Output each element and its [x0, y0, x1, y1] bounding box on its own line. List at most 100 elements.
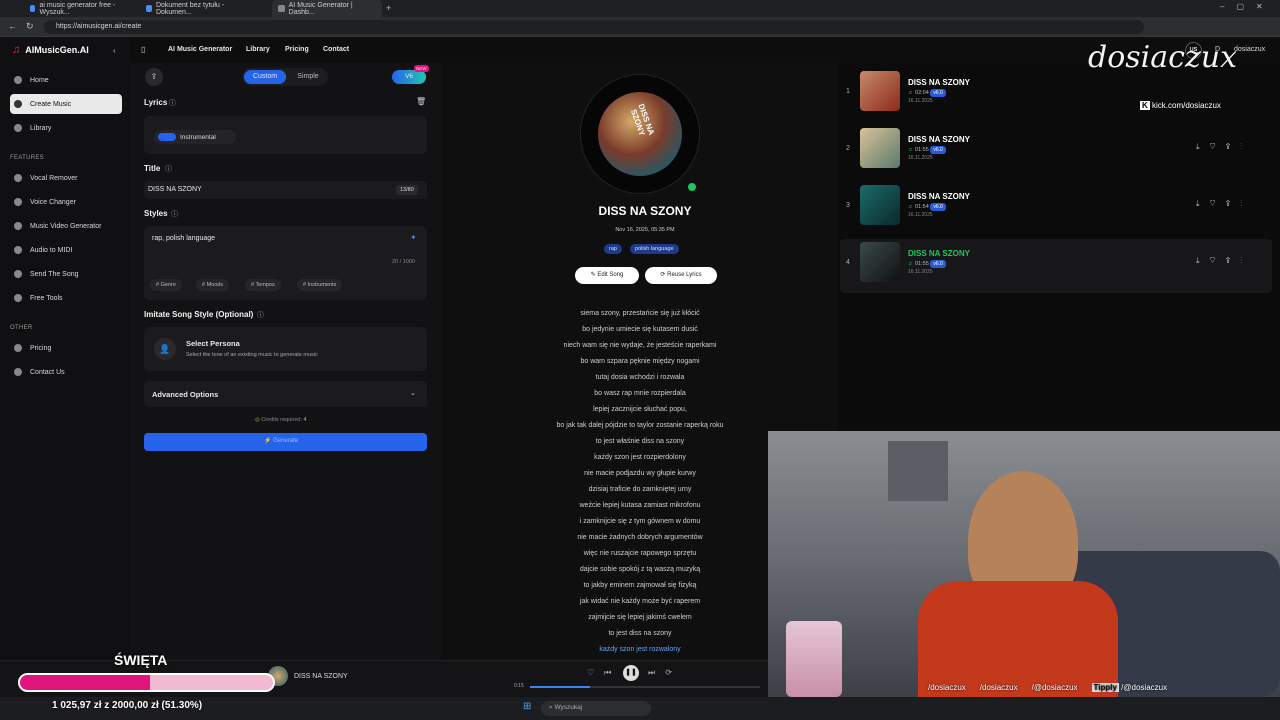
reload-icon[interactable]: ↻: [26, 21, 34, 32]
chip-genre[interactable]: # Genre: [150, 279, 182, 291]
info-icon[interactable]: ⓘ: [257, 310, 264, 320]
song-date: Nov 16, 2025, 05:35 PM: [615, 227, 675, 233]
download-icon[interactable]: ⤓: [1196, 256, 1210, 265]
mode-custom-tab[interactable]: Custom: [244, 70, 286, 84]
windows-start-icon[interactable]: ⊞: [523, 701, 531, 712]
music-note-icon: ♫: [12, 44, 21, 56]
heart-icon[interactable]: ♡: [587, 668, 604, 677]
next-icon[interactable]: ⏭: [648, 668, 665, 677]
browser-tab[interactable]: ai music generator free - Wyszuk...: [24, 0, 130, 17]
mode-simple-tab[interactable]: Simple: [291, 70, 325, 84]
instrumental-toggle[interactable]: [158, 133, 176, 141]
styles-label: Styles: [144, 209, 168, 218]
generate-row: ⚡ Generate: [264, 437, 298, 444]
sidebar-item-vocal-remover[interactable]: Vocal Remover: [10, 168, 122, 188]
sidebar-item-library[interactable]: Library: [10, 118, 122, 138]
song-thumbnail[interactable]: [860, 71, 900, 111]
version-select[interactable]: V6: [392, 70, 426, 84]
share-icon[interactable]: ⇪: [1226, 142, 1241, 151]
kick-link: K kick.com/dosiaczux: [1140, 101, 1221, 110]
sidebar-item-create-music[interactable]: Create Music: [10, 94, 122, 114]
info-icon[interactable]: ⓘ: [171, 209, 178, 219]
sidebar-item-label: Vocal Remover: [30, 174, 78, 182]
new-badge: NEW: [414, 65, 429, 72]
trash-icon[interactable]: 🗑: [416, 97, 426, 106]
chip-moods[interactable]: # Moods: [196, 279, 230, 291]
song-row-title: DISS NA SZONY: [908, 78, 970, 87]
sidebar-item-send-song[interactable]: Send The Song: [10, 264, 122, 284]
heart-icon[interactable]: ♡: [1210, 256, 1226, 265]
chip-tempos[interactable]: # Tempos: [245, 279, 281, 291]
cover-art: DISS NA SZONY: [598, 92, 682, 176]
nav-contact[interactable]: Contact: [323, 46, 349, 53]
window-controls[interactable]: –▢✕: [1220, 2, 1275, 11]
search-placeholder: Wyszukaj: [554, 704, 583, 711]
reuse-lyrics-button[interactable]: ⟳ Reuse Lyrics: [645, 267, 717, 284]
version-badge: v6.0: [930, 146, 946, 154]
tipply-label: Tipply: [1091, 683, 1119, 692]
repeat-icon[interactable]: ⟳: [665, 668, 682, 677]
sidebar-item-audio-midi[interactable]: Audio to MIDI: [10, 240, 122, 260]
lyrics-label: Lyrics: [144, 98, 168, 107]
nav-ai-music-generator[interactable]: AI Music Generator: [168, 46, 232, 53]
browser-tab[interactable]: Dokument bez tytułu - Dokumen...: [140, 0, 252, 17]
heart-icon[interactable]: ♡: [1210, 142, 1226, 151]
player-progress-track[interactable]: [530, 686, 760, 688]
taskbar-search[interactable]: ⌕ Wyszukaj: [541, 701, 651, 716]
edit-song-button[interactable]: ✎ Edit Song: [575, 267, 639, 284]
song-meta: ♬ 01:55 v6.0: [908, 146, 946, 154]
song-thumbnail[interactable]: [860, 185, 900, 225]
info-icon[interactable]: ⓘ: [165, 164, 172, 174]
tag-polish-language[interactable]: polish language: [630, 244, 679, 254]
brand-logo[interactable]: ♫ AIMusicGen.AI: [12, 44, 89, 56]
share-icon[interactable]: ⇪: [1226, 199, 1241, 208]
song-row[interactable]: 4 DISS NA SZONY ♬ 01:55 v6.0 16.11.2025 ⤓♡⇪⋮: [840, 239, 1272, 293]
imitate-label: Imitate Song Style (Optional): [144, 310, 254, 319]
version-badge: v6.0: [930, 203, 946, 211]
lyric-line: siema szony, przestańcie się już kłócić: [580, 310, 700, 317]
browser-tab-active[interactable]: AI Music Generator | Dashb...: [272, 0, 382, 17]
song-row[interactable]: 2 DISS NA SZONY ♬ 01:55 v6.0 16.11.2025 ⤓♡⇪⋮: [840, 125, 1272, 179]
panel-toggle-icon[interactable]: ▯: [141, 45, 145, 54]
lyric-line: tutaj dosia wchodzi i rozwala: [595, 374, 685, 381]
share-icon[interactable]: ⇪: [1226, 256, 1241, 265]
song-thumbnail[interactable]: [860, 128, 900, 168]
song-row[interactable]: 1 DISS NA SZONY ♬ 02:04 v6.0 16.11.2025: [840, 68, 1272, 122]
select-persona-card[interactable]: [144, 327, 427, 371]
user-name[interactable]: dosiaczux: [1234, 46, 1265, 53]
heart-icon[interactable]: ♡: [1210, 199, 1226, 208]
song-row[interactable]: 3 DISS NA SZONY ♬ 01:54 v6.0 16.11.2025 ⤓♡⇪⋮: [840, 182, 1272, 236]
version-badge: v6.0: [930, 89, 946, 97]
tag-rap[interactable]: rap: [604, 244, 622, 254]
nav-pricing[interactable]: Pricing: [285, 46, 309, 53]
chip-instruments[interactable]: # Instruments: [297, 279, 343, 291]
sidebar-item-free-tools[interactable]: Free Tools: [10, 288, 122, 308]
collapse-sidebar-icon[interactable]: ‹: [113, 46, 116, 55]
magic-wand-icon[interactable]: ✦: [410, 233, 417, 242]
sidebar-item-home[interactable]: Home: [10, 70, 122, 90]
more-icon[interactable]: ⋮: [1240, 142, 1252, 151]
song-row-title: DISS NA SZONY: [908, 192, 970, 201]
pause-button[interactable]: ❚❚: [623, 665, 639, 681]
more-icon[interactable]: ⋮: [1240, 199, 1252, 208]
sidebar-item-contact[interactable]: Contact Us: [10, 362, 122, 382]
new-tab-icon[interactable]: +: [386, 3, 391, 13]
browser-tab-bar: ai music generator free - Wyszuk... Doku…: [0, 0, 1280, 17]
prev-icon[interactable]: ⏮: [604, 668, 621, 677]
info-icon[interactable]: ⓘ: [169, 98, 176, 108]
sidebar-item-music-video[interactable]: Music Video Generator: [10, 216, 122, 236]
sidebar-item-pricing[interactable]: Pricing: [10, 338, 122, 358]
song-thumbnail[interactable]: [860, 242, 900, 282]
back-icon[interactable]: ←: [8, 21, 17, 31]
sidebar-item-voice-changer[interactable]: Voice Changer: [10, 192, 122, 212]
lyric-line: lepiej zacznijcie słuchać popu,: [593, 406, 687, 413]
more-icon[interactable]: ⋮: [1240, 256, 1252, 265]
download-icon[interactable]: ⤓: [1196, 142, 1210, 151]
styles-value: rap, polish language: [152, 235, 216, 242]
kick-icon: K: [1140, 101, 1150, 110]
lyric-line: bo wam szpara pęknie między nogami: [580, 358, 700, 365]
nav-library[interactable]: Library: [246, 46, 270, 53]
download-icon[interactable]: ⤓: [1196, 199, 1210, 208]
upload-icon[interactable]: ⇪: [145, 68, 163, 86]
url-input[interactable]: https://aimusicgen.ai/create: [44, 20, 1144, 34]
